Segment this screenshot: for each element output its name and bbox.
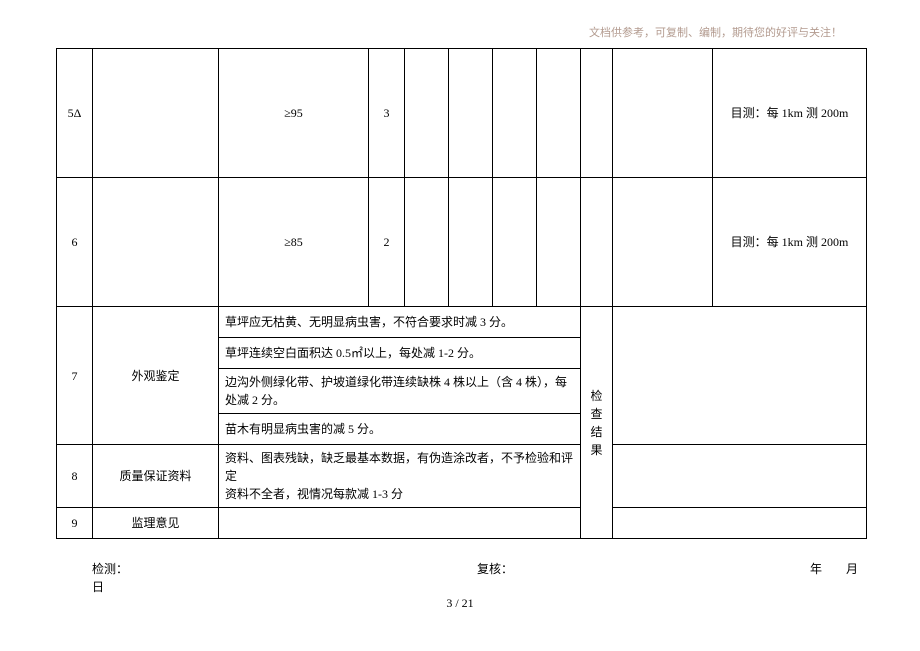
row-blank: [613, 49, 713, 178]
row-measure: [537, 49, 581, 178]
inspection-table: 5Δ ≥95 3 目测：每 1km 测 200m 6 ≥85 2: [56, 48, 866, 539]
footer-year-month: 年 月: [810, 560, 858, 577]
row-measure: [449, 49, 493, 178]
row-measure: [537, 178, 581, 307]
row-measure: [493, 49, 537, 178]
row-no: 8: [57, 445, 93, 508]
row-method: 目测：每 1km 测 200m: [713, 49, 867, 178]
table-row: 6 ≥85 2 目测：每 1km 测 200m: [57, 178, 867, 307]
row-blank: [93, 49, 219, 178]
table-row: 7 外观鉴定 草坪应无枯黄、无明显病虫害，不符合要求时减 3 分。 检查 结果: [57, 307, 867, 338]
row-label: 监理意见: [93, 508, 219, 539]
row-std: ≥85: [219, 178, 369, 307]
row-measure: [449, 178, 493, 307]
result-cell: [613, 445, 867, 508]
row8-text: 资料、图表残缺，缺乏最基本数据，有伪造涂改者，不予检验和评定 资料不全者，视情况…: [219, 445, 581, 508]
header-note: 文档供参考，可复制、编制，期待您的好评与关注！: [589, 24, 842, 40]
table-row: 8 质量保证资料 资料、图表残缺，缺乏最基本数据，有伪造涂改者，不予检验和评定 …: [57, 445, 867, 508]
row-blank: [581, 49, 613, 178]
result-label: 检查 结果: [581, 307, 613, 539]
page-number: 3 / 21: [0, 596, 920, 611]
footer-row: 检测： 复核： 年 月: [92, 560, 866, 577]
footer-day: 日: [92, 578, 104, 595]
footer-fh: 复核：: [477, 560, 513, 577]
row-measure: [493, 178, 537, 307]
result-cell: [613, 307, 867, 445]
row-no: 9: [57, 508, 93, 539]
row-no: 6: [57, 178, 93, 307]
row-no: 7: [57, 307, 93, 445]
footer-jc: 检测：: [92, 560, 128, 577]
row-blank: [613, 178, 713, 307]
row-measure: [405, 178, 449, 307]
row-label: 外观鉴定: [93, 307, 219, 445]
row-std: ≥95: [219, 49, 369, 178]
row-no: 5Δ: [57, 49, 93, 178]
row-method: 目测：每 1km 测 200m: [713, 178, 867, 307]
table-row: 9 监理意见: [57, 508, 867, 539]
row-blank: [581, 178, 613, 307]
row-score: 2: [369, 178, 405, 307]
row7-line: 草坪连续空白面积达 0.5㎡以上，每处减 1-2 分。: [219, 338, 581, 369]
row-score: 3: [369, 49, 405, 178]
result-cell: [613, 508, 867, 539]
row-label: 质量保证资料: [93, 445, 219, 508]
row7-line: 边沟外侧绿化带、护坡道绿化带连续缺株 4 株以上（含 4 株），每处减 2 分。: [219, 369, 581, 414]
row-blank: [219, 508, 581, 539]
row-measure: [405, 49, 449, 178]
row-blank: [93, 178, 219, 307]
row7-line: 苗木有明显病虫害的减 5 分。: [219, 414, 581, 445]
table-row: 5Δ ≥95 3 目测：每 1km 测 200m: [57, 49, 867, 178]
row7-line: 草坪应无枯黄、无明显病虫害，不符合要求时减 3 分。: [219, 307, 581, 338]
